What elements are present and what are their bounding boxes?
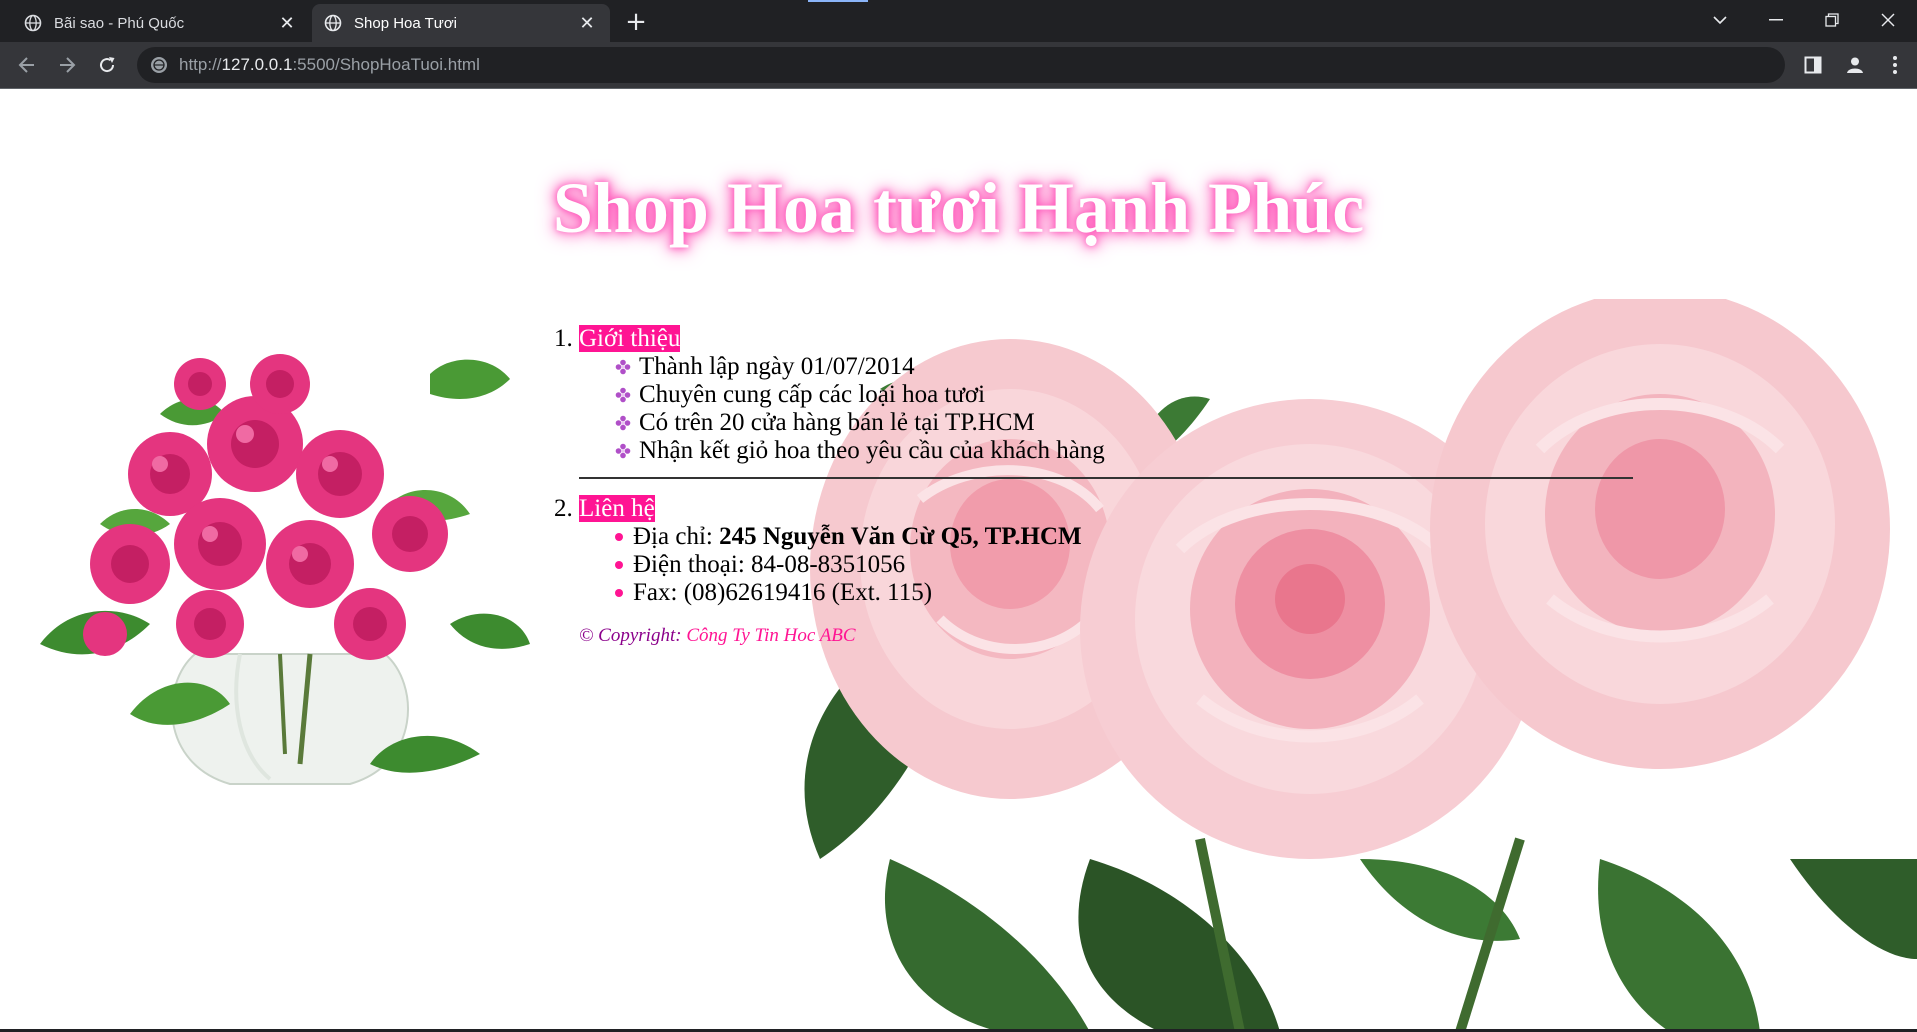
- contact-list: Địa chỉ: 245 Nguyễn Văn Cừ Q5, TP.HCM Đi…: [579, 523, 1633, 607]
- intro-item-text: Có trên 20 cửa hàng bán lẻ tại TP.HCM: [639, 409, 1035, 436]
- minimize-button[interactable]: [1753, 0, 1799, 40]
- url-host: 127.0.0.1: [221, 55, 293, 74]
- flower-bullet-icon: [615, 359, 631, 375]
- tab-title: Shop Hoa Tươi: [354, 14, 457, 32]
- address-label: Địa chỉ:: [633, 523, 713, 550]
- globe-icon: [324, 14, 342, 32]
- flower-bullet-icon: [615, 443, 631, 459]
- copyright-company: Công Ty Tin Hoc ABC: [686, 625, 856, 646]
- dot-bullet-icon: [615, 561, 623, 569]
- main-content: Giới thiệu Thành lập ngày 01/07/2014 Chu…: [553, 325, 1633, 647]
- url-scheme: http://: [179, 55, 222, 74]
- section-list: Giới thiệu Thành lập ngày 01/07/2014 Chu…: [553, 325, 1633, 465]
- list-item: Thành lập ngày 01/07/2014: [615, 353, 1633, 381]
- profile-icon[interactable]: [1842, 52, 1868, 78]
- close-icon[interactable]: ✕: [276, 12, 298, 34]
- section-label-contact: Liên hệ: [579, 495, 655, 522]
- list-item: Có trên 20 cửa hàng bán lẻ tại TP.HCM: [615, 409, 1633, 437]
- fax-text: Fax: (08)62619416 (Ext. 115): [633, 579, 933, 606]
- intro-item-text: Nhận kết giỏ hoa theo yêu cầu của khách …: [639, 437, 1105, 464]
- site-info-icon[interactable]: [149, 55, 169, 75]
- tab-shop-hoa-tuoi[interactable]: Shop Hoa Tươi ✕: [312, 4, 610, 42]
- tab-search-icon[interactable]: [1697, 0, 1743, 40]
- intro-item-text: Thành lập ngày 01/07/2014: [639, 353, 915, 380]
- copyright: © Copyright: Công Ty Tin Hoc ABC: [579, 625, 1633, 647]
- page-title: Shop Hoa tươi Hạnh Phúc: [552, 168, 1365, 248]
- top-accent: [808, 0, 868, 2]
- section-contact: Liên hệ Địa chỉ: 245 Nguyễn Văn Cừ Q5, T…: [579, 495, 1633, 607]
- section-list-contact: Liên hệ Địa chỉ: 245 Nguyễn Văn Cừ Q5, T…: [553, 495, 1633, 607]
- menu-kebab-icon[interactable]: [1882, 52, 1908, 78]
- page-viewport: Shop Hoa tươi Hạnh Phúc Giới thiệu Thành…: [0, 89, 1917, 1032]
- phone-text: Điện thoại: 84-08-8351056: [633, 551, 906, 578]
- list-item: Điện thoại: 84-08-8351056: [615, 551, 1633, 579]
- flower-bullet-icon: [615, 387, 631, 403]
- section-divider: [579, 477, 1633, 479]
- dot-bullet-icon: [615, 589, 623, 597]
- forward-arrow-icon[interactable]: [52, 50, 82, 80]
- close-window-button[interactable]: [1865, 0, 1911, 40]
- list-item: Chuyên cung cấp các loại hoa tươi: [615, 381, 1633, 409]
- tab-bai-sao[interactable]: Bãi sao - Phú Quốc ✕: [12, 4, 310, 42]
- tab-title: Bãi sao - Phú Quốc: [54, 14, 185, 32]
- side-panel-icon[interactable]: [1800, 52, 1826, 78]
- list-item: Nhận kết giỏ hoa theo yêu cầu của khách …: [615, 437, 1633, 465]
- browser-toolbar: http://127.0.0.1:5500/ShopHoaTuoi.html: [0, 42, 1917, 88]
- restore-button[interactable]: [1809, 0, 1855, 40]
- url-path: :5500/ShopHoaTuoi.html: [292, 55, 480, 74]
- back-arrow-icon[interactable]: [12, 50, 42, 80]
- section-label-intro: Giới thiệu: [579, 325, 681, 352]
- address-bar[interactable]: http://127.0.0.1:5500/ShopHoaTuoi.html: [137, 47, 1785, 83]
- copyright-prefix: © Copyright:: [579, 625, 687, 646]
- section-intro: Giới thiệu Thành lập ngày 01/07/2014 Chu…: [579, 325, 1633, 465]
- list-item: Fax: (08)62619416 (Ext. 115): [615, 579, 1633, 607]
- rose-vase-image: [40, 354, 530, 785]
- reload-icon[interactable]: [92, 50, 122, 80]
- address-value: 245 Nguyễn Văn Cừ Q5, TP.HCM: [719, 523, 1082, 550]
- close-icon[interactable]: ✕: [576, 12, 598, 34]
- dot-bullet-icon: [615, 533, 623, 541]
- new-tab-button[interactable]: +: [622, 7, 650, 37]
- list-item: Địa chỉ: 245 Nguyễn Văn Cừ Q5, TP.HCM: [615, 523, 1633, 551]
- flower-bullet-icon: [615, 415, 631, 431]
- tab-strip: Bãi sao - Phú Quốc ✕ Shop Hoa Tươi ✕ +: [0, 0, 1917, 42]
- intro-list: Thành lập ngày 01/07/2014 Chuyên cung cấ…: [579, 353, 1633, 465]
- globe-icon: [24, 14, 42, 32]
- intro-item-text: Chuyên cung cấp các loại hoa tươi: [639, 381, 986, 408]
